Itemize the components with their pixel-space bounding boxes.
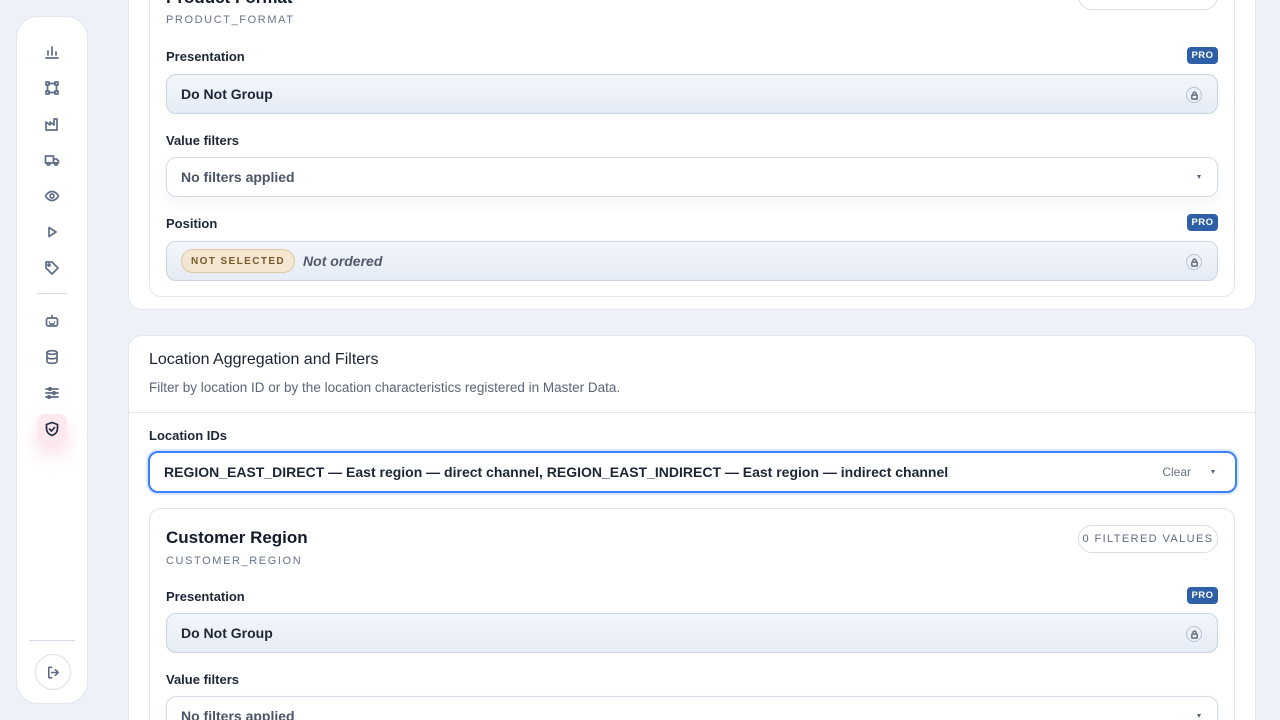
value-filters-value: No filters applied: [181, 169, 295, 185]
product-format-filtered-badge: 0 FILTERED VALUES: [1078, 0, 1218, 10]
presentation-value: Do Not Group: [181, 86, 273, 102]
chevron-down-icon: [1197, 175, 1201, 179]
lock-icon: [1186, 254, 1202, 270]
presentation-label: Presentation: [166, 49, 245, 64]
pro-badge: PRO: [1187, 214, 1218, 231]
logout-icon: [47, 666, 59, 678]
value-filters-label: Value filters: [166, 133, 239, 148]
eye-icon[interactable]: [37, 181, 67, 211]
sidebar: [16, 16, 88, 704]
lock-icon: [1186, 87, 1202, 103]
truck-icon[interactable]: [37, 145, 67, 175]
section-divider: [129, 412, 1255, 413]
customer-region-title: Customer Region: [166, 528, 308, 547]
sliders-icon[interactable]: [37, 378, 67, 408]
chevron-down-icon: [1197, 714, 1201, 718]
location-ids-value: REGION_EAST_DIRECT — East region — direc…: [164, 464, 949, 480]
factory-icon[interactable]: [37, 109, 67, 139]
position-value: Not ordered: [303, 253, 383, 269]
logout-button[interactable]: [35, 654, 71, 690]
sidebar-bottom-divider: [29, 640, 75, 641]
customer-value-filters-select[interactable]: No filters applied: [166, 696, 1218, 720]
product-format-code: PRODUCT_FORMAT: [166, 14, 295, 26]
customer-region-code: CUSTOMER_REGION: [166, 555, 303, 567]
chevron-down-icon[interactable]: [1211, 470, 1215, 474]
database-icon[interactable]: [37, 342, 67, 372]
clear-button[interactable]: Clear: [1162, 465, 1191, 479]
customer-value-filters-value: No filters applied: [181, 708, 295, 720]
shield-check-icon[interactable]: [37, 414, 67, 444]
product-format-title: Product Format: [166, 0, 293, 8]
location-ids-label: Location IDs: [149, 428, 228, 443]
customer-presentation-value: Do Not Group: [181, 625, 273, 641]
play-icon[interactable]: [37, 217, 67, 247]
pro-badge: PRO: [1187, 47, 1218, 64]
not-selected-badge: NOT SELECTED: [181, 249, 296, 273]
position-label: Position: [166, 216, 218, 231]
tag-icon[interactable]: [37, 253, 67, 283]
customer-region-filtered-badge: 0 FILTERED VALUES: [1078, 525, 1218, 553]
presentation-select[interactable]: Do Not Group: [166, 74, 1218, 114]
network-icon[interactable]: [37, 73, 67, 103]
pro-badge: PRO: [1187, 587, 1218, 604]
customer-presentation-select[interactable]: Do Not Group: [166, 613, 1218, 653]
location-section-title: Location Aggregation and Filters: [149, 351, 379, 368]
robot-icon[interactable]: [37, 306, 67, 336]
location-ids-input[interactable]: REGION_EAST_DIRECT — East region — direc…: [148, 451, 1237, 493]
lock-icon: [1186, 626, 1202, 642]
value-filters-label: Value filters: [166, 672, 239, 687]
presentation-label: Presentation: [166, 589, 245, 604]
location-section-description: Filter by location ID or by the location…: [149, 380, 621, 395]
sidebar-divider: [37, 293, 67, 294]
value-filters-select[interactable]: No filters applied: [166, 157, 1218, 197]
position-select[interactable]: NOT SELECTED Not ordered: [166, 241, 1218, 281]
bar-chart-icon[interactable]: [37, 37, 67, 67]
